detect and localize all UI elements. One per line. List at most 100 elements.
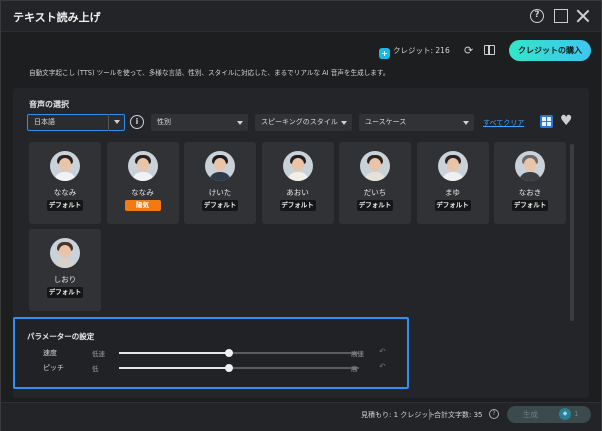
speaking-style-select[interactable]: スピーキングのスタイル bbox=[255, 114, 352, 131]
grid-view-icon[interactable] bbox=[540, 115, 553, 128]
chevron-down-icon bbox=[463, 121, 469, 125]
gender-select[interactable]: 性別 bbox=[151, 114, 248, 131]
avatar-body bbox=[519, 172, 541, 181]
voice-name: けいた bbox=[208, 188, 232, 197]
voice-name: ななみ bbox=[131, 188, 154, 197]
avatar-face bbox=[291, 158, 304, 171]
voice-card[interactable]: まゆ デフォルト bbox=[416, 142, 489, 224]
voice-card[interactable]: だいち デフォルト bbox=[339, 142, 411, 224]
speed-label: 速度 bbox=[43, 349, 57, 357]
speed-low-label: 低速 bbox=[92, 350, 105, 358]
voice-name: ななみ bbox=[53, 188, 77, 197]
avatar-face bbox=[59, 158, 71, 171]
voice-card[interactable]: あおい デフォルト bbox=[261, 142, 334, 224]
language-value: 日本語 bbox=[34, 118, 55, 126]
avatar-body bbox=[364, 172, 386, 181]
footer-divider bbox=[429, 409, 430, 420]
speed-slider-fill bbox=[119, 352, 230, 354]
voice-avatar bbox=[50, 238, 80, 268]
title-bar: テキスト読み上げ ? bbox=[1, 1, 601, 32]
speed-slider[interactable] bbox=[119, 349, 359, 357]
favorites-heart-icon[interactable]: ♥ bbox=[560, 113, 573, 129]
language-select[interactable]: 日本語 bbox=[27, 114, 125, 131]
parameters-title: パラメーターの設定 bbox=[27, 332, 95, 341]
voice-grid-scrollbar[interactable] bbox=[570, 144, 574, 321]
pitch-label: ピッチ bbox=[43, 364, 64, 372]
generate-label: 生成 bbox=[523, 410, 538, 419]
avatar-body bbox=[441, 172, 464, 181]
voice-style-tag: デフォルト bbox=[47, 287, 83, 298]
pitch-slider-fill bbox=[119, 367, 230, 369]
avatar-face bbox=[446, 158, 459, 171]
avatar-face bbox=[59, 245, 71, 258]
voice-avatar bbox=[282, 151, 313, 181]
use-case-select[interactable]: ユースケース bbox=[359, 114, 474, 131]
pitch-low-label: 低 bbox=[92, 365, 99, 373]
avatar-body bbox=[286, 172, 309, 181]
avatar-body bbox=[54, 259, 76, 268]
avatar-face bbox=[524, 158, 536, 171]
avatar-face bbox=[214, 158, 226, 171]
chevron-down-icon bbox=[341, 121, 347, 125]
voice-name: なおき bbox=[518, 188, 542, 197]
voice-name: だいち bbox=[363, 188, 387, 197]
description-text: 自動文字起こし (TTS) ツールを使って、多様な言語、性別、スタイルに対応した… bbox=[29, 69, 390, 77]
maximize-icon[interactable] bbox=[554, 9, 568, 23]
info-icon[interactable]: i bbox=[130, 115, 144, 129]
avatar-face bbox=[136, 158, 149, 171]
window-title: テキスト読み上げ bbox=[13, 11, 101, 24]
credits-display: + クレジット: 216 bbox=[379, 45, 450, 59]
voice-name: まゆ bbox=[445, 188, 460, 197]
voice-avatar bbox=[127, 151, 158, 181]
question-icon[interactable]: ? bbox=[489, 409, 499, 419]
clear-all-link[interactable]: すべてクリア bbox=[483, 118, 524, 128]
tts-window: テキスト読み上げ ? + クレジット: 216 ⟳ クレジットの購入 自動文字起こ… bbox=[0, 0, 602, 431]
voice-style-tag: デフォルト bbox=[512, 200, 548, 211]
gender-value: 性別 bbox=[157, 118, 171, 126]
voice-card[interactable]: しおり デフォルト bbox=[29, 229, 101, 311]
avatar-face bbox=[369, 158, 381, 171]
credits-label: クレジット: 216 bbox=[393, 46, 450, 55]
close-icon[interactable] bbox=[576, 9, 590, 23]
credit-icon: + bbox=[379, 48, 390, 59]
pitch-reset-icon[interactable]: ↶ bbox=[379, 362, 386, 371]
estimate-text: 見積もり: 1 クレジット bbox=[361, 411, 436, 419]
voice-style-tag: デフォルト bbox=[47, 200, 83, 211]
voice-card[interactable]: ななみ デフォルト bbox=[29, 142, 101, 224]
voice-card[interactable]: なおき デフォルト bbox=[494, 142, 566, 224]
voice-style-tag: 陽気 bbox=[124, 200, 161, 211]
voice-name: しおり bbox=[53, 275, 77, 284]
use-case-value: ユースケース bbox=[365, 118, 407, 126]
voice-name: あおい bbox=[286, 188, 309, 197]
buy-credits-button[interactable]: クレジットの購入 bbox=[509, 40, 591, 61]
credit-coin-icon: ◆ bbox=[559, 408, 571, 420]
voice-avatar bbox=[50, 151, 80, 181]
speaking-style-value: スピーキングのスタイル bbox=[261, 118, 338, 126]
pitch-high-label: 高 bbox=[351, 365, 358, 373]
voice-avatar bbox=[515, 151, 545, 181]
voice-style-tag: デフォルト bbox=[434, 200, 471, 211]
avatar-body bbox=[131, 172, 154, 181]
language-dropdown-button[interactable] bbox=[108, 114, 125, 131]
speed-reset-icon[interactable]: ↶ bbox=[379, 347, 386, 356]
voice-section-title: 音声の選択 bbox=[29, 100, 69, 109]
total-chars-text: 合計文字数: 35 bbox=[434, 411, 483, 419]
chevron-down-icon bbox=[237, 121, 243, 125]
voice-avatar bbox=[360, 151, 390, 181]
voice-card[interactable]: けいた デフォルト bbox=[184, 142, 256, 224]
refresh-icon[interactable]: ⟳ bbox=[464, 44, 473, 57]
help-icon[interactable]: ? bbox=[530, 9, 544, 23]
avatar-body bbox=[54, 172, 76, 181]
avatar-body bbox=[209, 172, 231, 181]
generate-credit-count: 1 bbox=[574, 410, 579, 418]
speed-high-label: 高速 bbox=[351, 350, 364, 358]
voice-style-tag: デフォルト bbox=[357, 200, 393, 211]
voice-style-tag: デフォルト bbox=[202, 200, 238, 211]
voice-avatar bbox=[437, 151, 468, 181]
voice-style-tag: デフォルト bbox=[279, 200, 316, 211]
gift-icon[interactable] bbox=[484, 45, 495, 55]
chevron-down-icon bbox=[114, 120, 120, 124]
voice-card[interactable]: ななみ 陽気 bbox=[106, 142, 179, 224]
pitch-slider[interactable] bbox=[119, 364, 359, 372]
voice-avatar bbox=[205, 151, 235, 181]
